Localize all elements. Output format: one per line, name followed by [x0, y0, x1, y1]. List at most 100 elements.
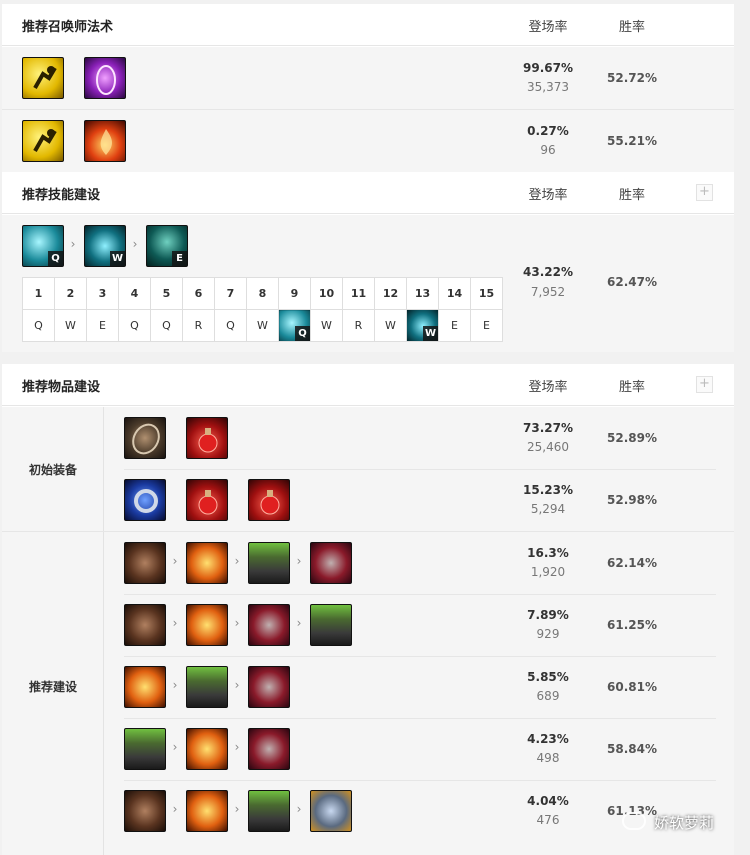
pick-rate: 4.04% [527, 794, 569, 808]
level-cell: 2 [54, 277, 87, 310]
win-rate: 62.14% [607, 556, 657, 570]
build-row[interactable]: › › › 16.3% 1,920 62.14% [2, 532, 734, 594]
level-cell: 1 [22, 277, 55, 310]
health-potion-icon[interactable] [248, 479, 290, 521]
pick-rate: 7.89% [527, 608, 569, 622]
skill-e-icon[interactable]: E [146, 225, 188, 267]
warmogs-icon[interactable] [248, 604, 290, 646]
level-cell: 15 [470, 277, 503, 310]
pick-rate-header[interactable]: 登场率 [518, 16, 578, 35]
teleport-spell-icon[interactable] [84, 57, 126, 99]
pick-count: 498 [536, 751, 560, 765]
skill-cell: W [246, 309, 279, 342]
dorans-shield-icon[interactable] [124, 417, 166, 459]
armor-icon[interactable] [248, 542, 290, 584]
skill-key-label: E [172, 251, 187, 266]
sunfire-icon[interactable] [186, 728, 228, 770]
warmogs-icon[interactable] [248, 728, 290, 770]
skill-cell: R [342, 309, 375, 342]
chevron-right-icon: › [296, 802, 302, 816]
sunfire-icon[interactable] [186, 542, 228, 584]
ghost-spell-icon[interactable] [22, 57, 64, 99]
warmogs-icon[interactable] [248, 666, 290, 708]
ghost-spell-icon[interactable] [22, 120, 64, 162]
pick-count: 25,460 [527, 440, 569, 454]
ignite-spell-icon[interactable] [84, 120, 126, 162]
win-rate: 52.98% [607, 493, 657, 507]
summoner-row[interactable]: 99.67% 35,373 52.72% [2, 47, 734, 109]
pick-rate: 99.67% [523, 61, 573, 75]
sunfire-icon[interactable] [186, 790, 228, 832]
expand-button[interactable]: + [696, 376, 713, 393]
starting-row[interactable]: 15.23% 5,294 52.98% [2, 469, 734, 531]
chevron-right-icon: › [172, 678, 178, 692]
skill-q-icon[interactable]: Q [22, 225, 64, 267]
skill-order-row[interactable]: Q › W › E 1 2 3 4 5 6 7 8 9 10 11 12 13 … [2, 215, 734, 352]
skill-level-table: 1 2 3 4 5 6 7 8 9 10 11 12 13 14 15 Q W … [22, 277, 503, 342]
pick-rate-header[interactable]: 登场率 [518, 184, 578, 203]
chevron-right-icon: › [234, 554, 240, 568]
summoner-row[interactable]: 0.27% 96 55.21% [2, 110, 734, 172]
skill-order-panel: 推荐技能建设 登场率 胜率 + Q › W › E 1 2 3 4 5 6 7 … [2, 172, 734, 352]
skill-cell: E [470, 309, 503, 342]
starting-row[interactable]: 73.27% 25,460 52.89% [2, 407, 734, 469]
level-cell: 13 [406, 277, 439, 310]
summoner-spells-panel: 推荐召唤师法术 登场率 胜率 99.67% 35,373 52.72% 0.27… [2, 4, 734, 172]
pick-count: 96 [540, 143, 556, 157]
expand-button[interactable]: + [696, 184, 713, 201]
level-cell: 11 [342, 277, 375, 310]
skill-key-label: W [423, 326, 438, 341]
build-row[interactable]: › › › 7.89% 929 61.25% [2, 594, 734, 656]
dorans-ring-icon[interactable] [124, 479, 166, 521]
win-rate: 60.81% [607, 680, 657, 694]
armor-icon[interactable] [186, 666, 228, 708]
win-rate-header[interactable]: 胜率 [602, 184, 662, 203]
sunfire-icon[interactable] [186, 604, 228, 646]
pick-rate: 73.27% [523, 421, 573, 435]
item-build-header: 推荐物品建设 登场率 胜率 + [2, 364, 734, 406]
boots-icon[interactable] [124, 604, 166, 646]
boots-icon[interactable] [124, 542, 166, 584]
skill-order-title: 推荐技能建设 [22, 188, 101, 203]
build-row[interactable]: › › 4.23% 498 58.84% [2, 718, 734, 780]
skill-key-label: W [110, 251, 125, 266]
chevron-right-icon: › [234, 802, 240, 816]
sunfire-icon[interactable] [124, 666, 166, 708]
level-cell: 4 [118, 277, 151, 310]
skill-cell: W [54, 309, 87, 342]
pick-rate: 43.22% [523, 265, 573, 279]
boots-icon[interactable] [124, 790, 166, 832]
health-potion-icon[interactable] [186, 417, 228, 459]
win-rate-header[interactable]: 胜率 [602, 16, 662, 35]
item-build-title: 推荐物品建设 [22, 380, 101, 395]
pick-count: 476 [536, 813, 560, 827]
win-rate-header[interactable]: 胜率 [602, 376, 662, 395]
level-row: 1 2 3 4 5 6 7 8 9 10 11 12 13 14 15 [22, 277, 503, 310]
gauntlet-icon[interactable] [310, 790, 352, 832]
level-cell: 3 [86, 277, 119, 310]
skill-cell: R [182, 309, 215, 342]
armor-icon[interactable] [248, 790, 290, 832]
pick-count: 929 [536, 627, 560, 641]
watermark-text: 娇软萝莉 [654, 814, 715, 832]
skill-w-icon[interactable]: W [84, 225, 126, 267]
pick-rate-header[interactable]: 登场率 [518, 376, 578, 395]
chevron-right-icon: › [172, 740, 178, 754]
skill-key-label: Q [295, 326, 310, 341]
armor-icon[interactable] [124, 728, 166, 770]
warmogs-icon[interactable] [310, 542, 352, 584]
win-rate: 58.84% [607, 742, 657, 756]
skill-cell: E [438, 309, 471, 342]
summoner-spells-header: 推荐召唤师法术 登场率 胜率 [2, 4, 734, 46]
pick-rate: 4.23% [527, 732, 569, 746]
chevron-right-icon: › [70, 237, 76, 251]
pick-rate: 0.27% [527, 124, 569, 138]
health-potion-icon[interactable] [186, 479, 228, 521]
skill-cell: W [310, 309, 343, 342]
armor-icon[interactable] [310, 604, 352, 646]
level-cell: 9 [278, 277, 311, 310]
level-cell: 5 [150, 277, 183, 310]
build-row[interactable]: › › 5.85% 689 60.81% [2, 656, 734, 718]
pick-count: 5,294 [530, 502, 566, 516]
item-build-panel: 推荐物品建设 登场率 胜率 + 初始装备 推荐建设 73.27% 25,460 … [2, 364, 734, 855]
